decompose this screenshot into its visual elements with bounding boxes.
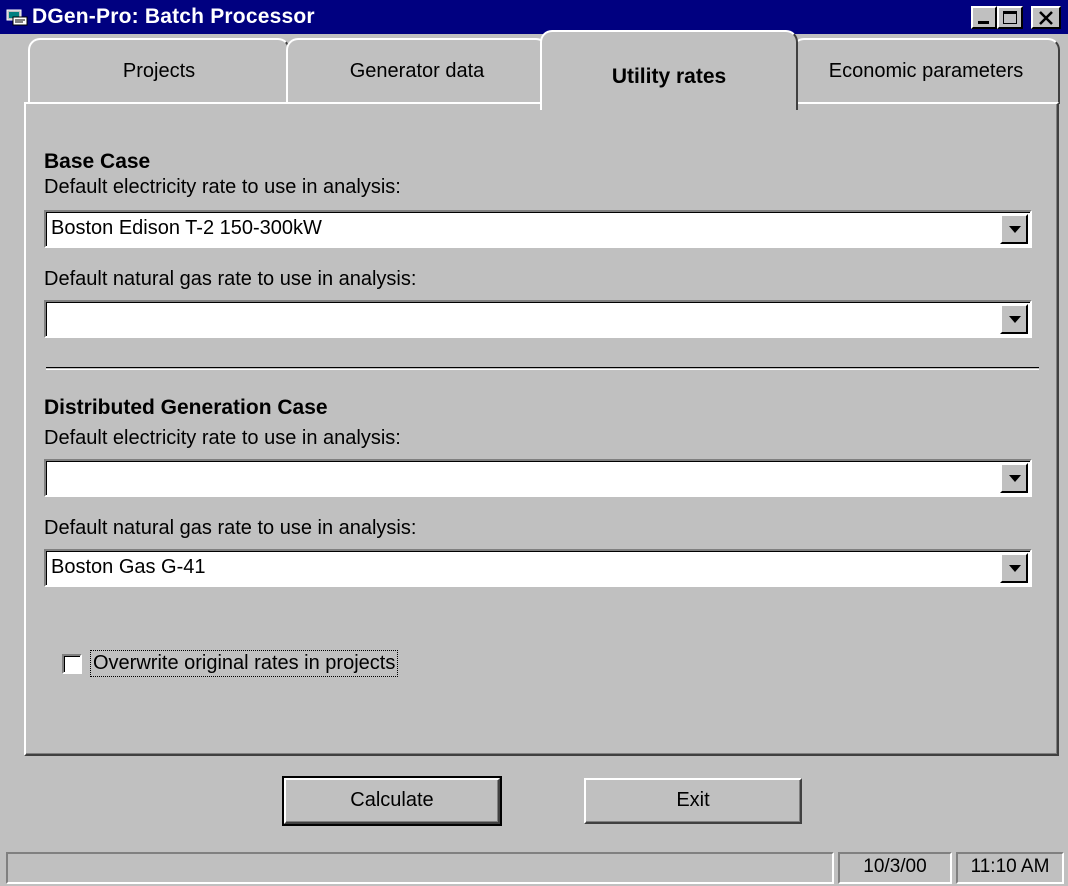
dg-gas-rate-combo[interactable]: Boston Gas G-41 <box>44 549 1032 587</box>
dropdown-arrow-icon <box>1009 565 1021 572</box>
status-date-panel: 10/3/00 <box>838 852 952 884</box>
base-electricity-rate-value: Boston Edison T-2 150-300kW <box>51 217 322 239</box>
status-time: 11:10 AM <box>970 856 1050 877</box>
base-electricity-label: Default electricity rate to use in analy… <box>44 176 401 198</box>
tab-economic-parameters-label: Economic parameters <box>828 60 1024 82</box>
exit-button[interactable]: Exit <box>584 778 802 824</box>
tab-generator-data[interactable]: Generator data <box>286 38 548 104</box>
window-title: DGen-Pro: Batch Processor <box>32 5 315 28</box>
title-bar[interactable]: DGen-Pro: Batch Processor <box>0 0 1068 34</box>
base-electricity-dropdown-button[interactable] <box>1000 214 1028 244</box>
tab-projects-label: Projects <box>122 60 196 82</box>
status-date: 10/3/00 <box>863 856 927 877</box>
exit-button-label: Exit <box>676 789 710 811</box>
dg-gas-dropdown-button[interactable] <box>1000 553 1028 583</box>
tab-economic-parameters[interactable]: Economic parameters <box>792 38 1060 104</box>
close-icon <box>1039 11 1053 25</box>
tab-generator-data-label: Generator data <box>349 60 485 82</box>
calculate-button[interactable]: Calculate <box>282 776 502 826</box>
maximize-button[interactable] <box>997 6 1023 29</box>
minimize-icon <box>978 21 989 24</box>
dropdown-arrow-icon <box>1009 475 1021 482</box>
maximize-icon <box>1003 11 1017 24</box>
app-icon[interactable] <box>6 8 28 26</box>
base-gas-label: Default natural gas rate to use in analy… <box>44 268 417 290</box>
status-message-panel <box>6 852 834 884</box>
base-gas-dropdown-button[interactable] <box>1000 304 1028 334</box>
minimize-button[interactable] <box>971 6 997 29</box>
tab-utility-rates[interactable]: Utility rates <box>540 30 798 110</box>
base-gas-rate-combo[interactable] <box>44 300 1032 338</box>
dg-electricity-rate-combo[interactable] <box>44 459 1032 497</box>
dropdown-arrow-icon <box>1009 316 1021 323</box>
base-case-title: Base Case <box>44 150 151 173</box>
dg-gas-rate-value: Boston Gas G-41 <box>51 556 206 578</box>
dropdown-arrow-icon <box>1009 226 1021 233</box>
overwrite-rates-option[interactable]: Overwrite original rates in projects <box>62 650 399 677</box>
status-time-panel: 11:10 AM <box>956 852 1064 884</box>
dg-electricity-dropdown-button[interactable] <box>1000 463 1028 493</box>
section-divider <box>46 367 1039 370</box>
calculate-button-label: Calculate <box>350 789 434 811</box>
overwrite-rates-label[interactable]: Overwrite original rates in projects <box>89 650 399 677</box>
dg-electricity-label: Default electricity rate to use in analy… <box>44 427 401 449</box>
overwrite-rates-checkbox[interactable] <box>62 653 82 674</box>
base-electricity-rate-combo[interactable]: Boston Edison T-2 150-300kW <box>44 210 1032 248</box>
dg-case-title: Distributed Generation Case <box>44 396 328 419</box>
dg-gas-label: Default natural gas rate to use in analy… <box>44 517 417 539</box>
tab-utility-rates-label: Utility rates <box>611 65 727 88</box>
close-button[interactable] <box>1031 6 1061 29</box>
tab-projects[interactable]: Projects <box>28 38 290 104</box>
